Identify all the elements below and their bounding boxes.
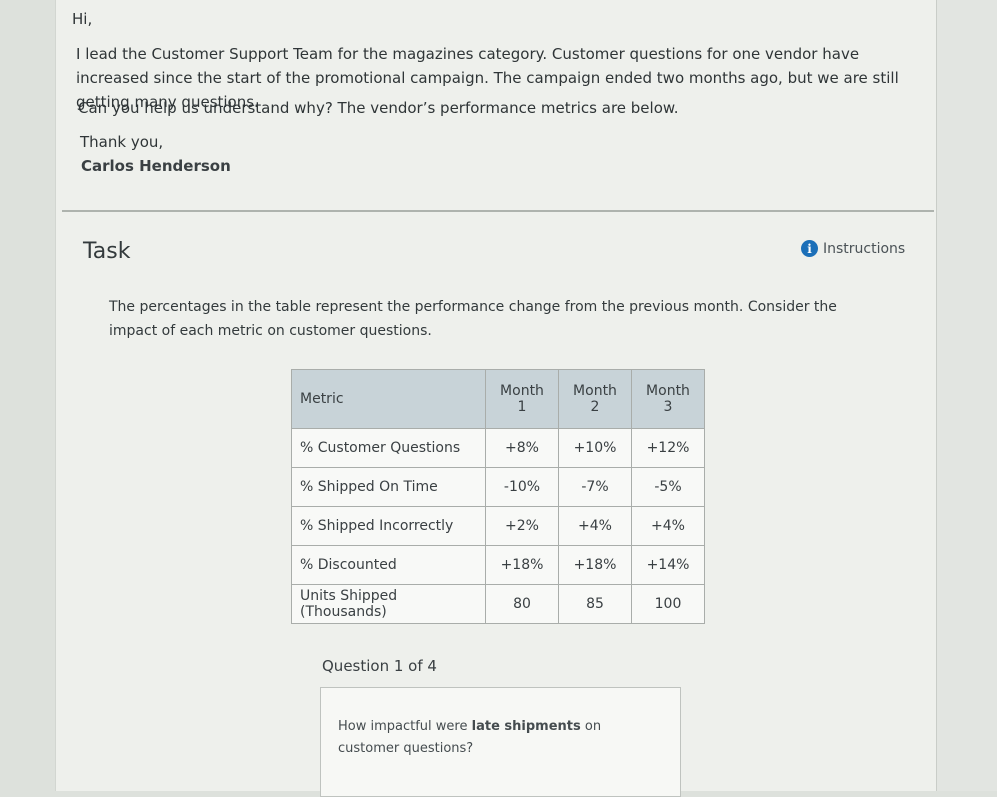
table-row: % Customer Questions +8% +10% +12% bbox=[291, 428, 705, 468]
table-cell: -7% bbox=[558, 467, 632, 507]
email-signature: Carlos Henderson bbox=[81, 157, 231, 175]
table-cell: +12% bbox=[631, 428, 705, 468]
table-header-cell: Month 3 bbox=[631, 369, 705, 429]
table-cell: +18% bbox=[558, 545, 632, 585]
table-row: % Shipped On Time -10% -7% -5% bbox=[291, 467, 705, 507]
metrics-table: Metric Month 1 Month 2 Month 3 % Custome… bbox=[291, 369, 705, 624]
email-greeting: Hi, bbox=[72, 10, 93, 28]
section-divider bbox=[62, 210, 934, 212]
table-cell: +10% bbox=[558, 428, 632, 468]
table-cell: +14% bbox=[631, 545, 705, 585]
table-cell: % Shipped On Time bbox=[291, 467, 486, 507]
email-closing: Thank you, bbox=[80, 133, 164, 151]
table-cell: -10% bbox=[485, 467, 559, 507]
table-cell: +4% bbox=[558, 506, 632, 546]
right-margin bbox=[937, 0, 997, 791]
info-icon: i bbox=[801, 240, 818, 257]
question-text: How impactful were late shipments on cus… bbox=[338, 716, 658, 760]
question-card: How impactful were late shipments on cus… bbox=[320, 687, 681, 797]
table-cell: % Customer Questions bbox=[291, 428, 486, 468]
table-cell: +8% bbox=[485, 428, 559, 468]
table-header-cell: Month 2 bbox=[558, 369, 632, 429]
table-cell: +18% bbox=[485, 545, 559, 585]
table-row: % Shipped Incorrectly +2% +4% +4% bbox=[291, 506, 705, 546]
table-cell: % Shipped Incorrectly bbox=[291, 506, 486, 546]
task-title: Task bbox=[83, 239, 131, 264]
table-header-cell: Month 1 bbox=[485, 369, 559, 429]
question-prefix: How impactful were bbox=[338, 719, 472, 734]
table-row: % Discounted +18% +18% +14% bbox=[291, 545, 705, 585]
instructions-link[interactable]: i Instructions bbox=[801, 240, 905, 257]
table-cell: +4% bbox=[631, 506, 705, 546]
instructions-label: Instructions bbox=[823, 240, 906, 257]
table-header-cell: Metric bbox=[291, 369, 486, 429]
table-cell: 85 bbox=[558, 584, 632, 624]
table-cell: Units Shipped (Thousands) bbox=[291, 584, 486, 624]
table-cell: +2% bbox=[485, 506, 559, 546]
email-question: Can you help us understand why? The vend… bbox=[78, 99, 679, 117]
table-cell: -5% bbox=[631, 467, 705, 507]
table-cell: % Discounted bbox=[291, 545, 486, 585]
table-row: Units Shipped (Thousands) 80 85 100 bbox=[291, 584, 705, 624]
question-counter: Question 1 of 4 bbox=[322, 657, 437, 675]
question-emphasis: late shipments bbox=[471, 719, 581, 734]
table-cell: 80 bbox=[485, 584, 559, 624]
table-cell: 100 bbox=[631, 584, 705, 624]
table-header-row: Metric Month 1 Month 2 Month 3 bbox=[291, 369, 705, 429]
task-description: The percentages in the table represent t… bbox=[109, 299, 837, 339]
